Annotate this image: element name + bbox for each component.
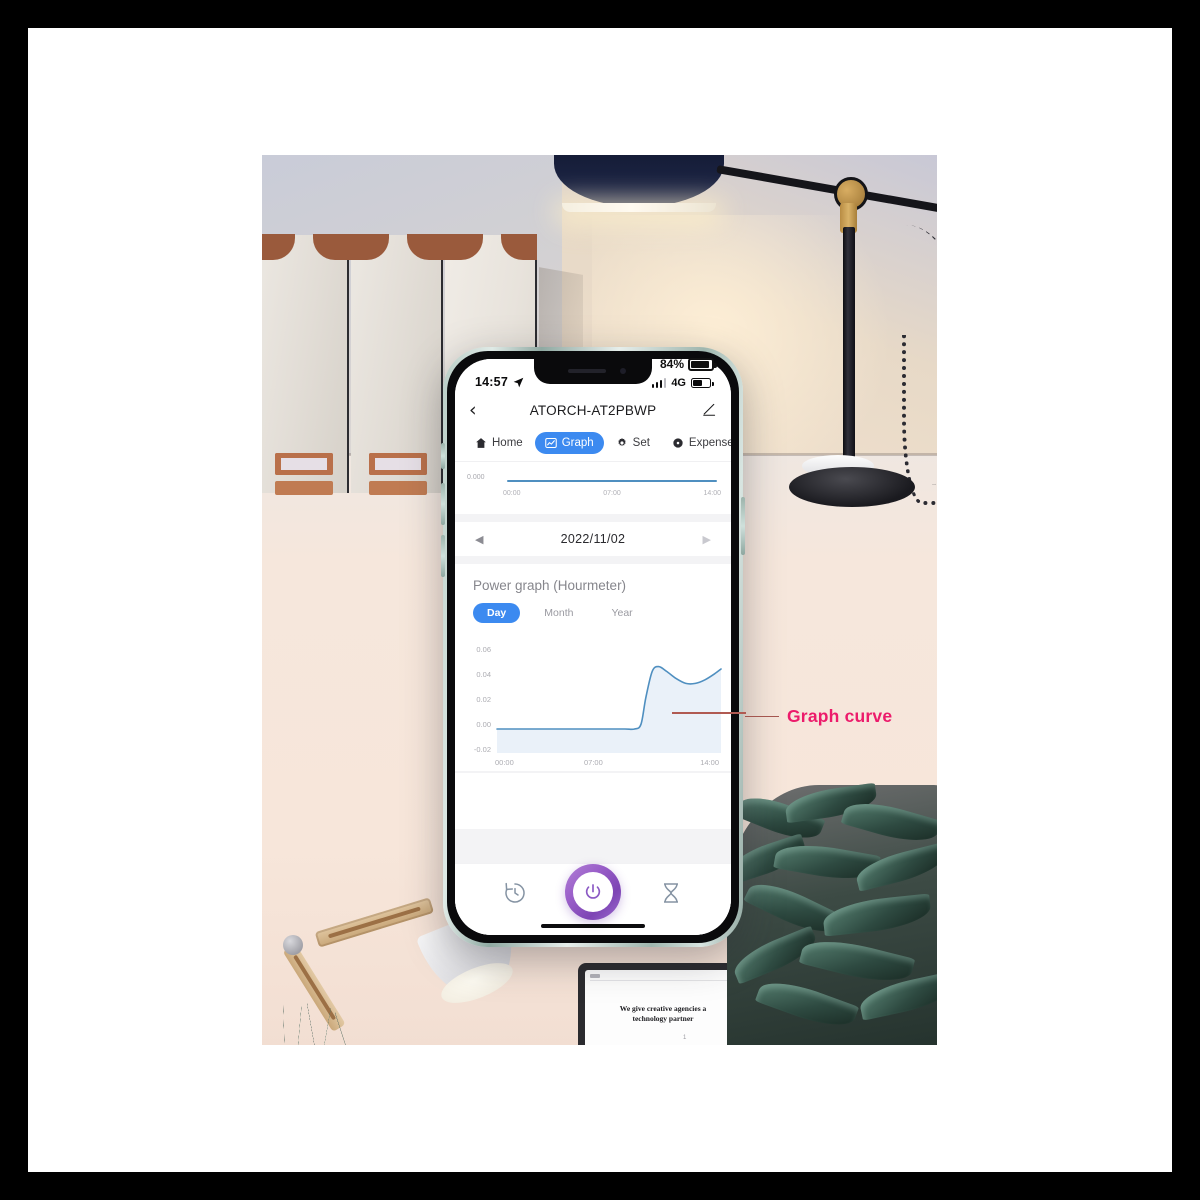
tab-expense-label: Expense [688, 437, 731, 449]
signal-bars-icon [651, 378, 667, 388]
home-icon [475, 437, 487, 449]
desk-lamp-base [789, 467, 915, 507]
date-navigator: ◀ 2022/11/02 ▶ [455, 522, 731, 556]
range-tab-month[interactable]: Month [530, 603, 587, 623]
ceiling-lamp-light [562, 203, 716, 212]
hourglass-icon[interactable] [658, 880, 684, 906]
chart-x-tick-2: 14:00 [700, 758, 719, 767]
app-navbar: ‹ ATORCH-AT2PBWP [455, 393, 731, 427]
grass-plant [279, 1002, 374, 1045]
power-button-inner [572, 871, 613, 912]
potted-plant [724, 782, 937, 1045]
tab-set-label: Set [632, 437, 650, 449]
mini-chart-x-axis: 00:00 07:00 14:00 [503, 490, 721, 497]
external-battery-icon [688, 357, 718, 371]
chart-y-tick-0: 0.06 [476, 645, 491, 654]
selected-date[interactable]: 2022/11/02 [561, 532, 626, 546]
tablet-headline: We give creative agencies a technology p… [619, 1004, 707, 1023]
app-tab-bar: Home Graph Set Expense [455, 427, 731, 462]
tab-graph[interactable]: Graph [534, 432, 604, 454]
tab-home[interactable]: Home [465, 432, 533, 454]
status-time: 14:57 [475, 375, 508, 389]
gear-icon [616, 437, 628, 449]
tab-expense[interactable]: Expense [662, 432, 731, 454]
status-bar-right: 4G [651, 377, 714, 389]
power-button-icon [585, 883, 601, 899]
front-camera-icon [620, 368, 626, 374]
tab-set[interactable]: Set [606, 432, 660, 454]
phone-silent-switch[interactable] [441, 443, 445, 469]
chart-y-tick-3: 0.00 [476, 720, 491, 729]
triangle-left-icon[interactable]: ◀ [475, 533, 483, 546]
power-graph-svg [496, 665, 722, 753]
mini-x-tick-1: 07:00 [603, 490, 621, 497]
status-bar-left: 14:57 [475, 375, 524, 389]
location-arrow-icon [513, 377, 524, 387]
mini-chart-y-label: 0.000 [467, 474, 485, 481]
phone-power-side-button[interactable] [741, 497, 745, 555]
phone-bezel: 14:57 4G ‹ ATORCH-AT2PBWP Home Graph Set… [447, 351, 739, 943]
coin-icon [672, 437, 684, 449]
section-title: Power graph (Hourmeter) [455, 564, 731, 603]
phone-frame: 14:57 4G ‹ ATORCH-AT2PBWP Home Graph Set… [441, 347, 745, 947]
range-tab-day[interactable]: Day [473, 603, 521, 623]
smartphone-mockup: 14:57 4G ‹ ATORCH-AT2PBWP Home Graph Set… [441, 347, 745, 947]
external-battery-indicator: 84% [660, 357, 718, 371]
pencil-edit-icon[interactable] [701, 402, 717, 418]
phone-volume-up-button[interactable] [441, 483, 445, 525]
mini-x-tick-0: 00:00 [503, 490, 521, 497]
network-type: 4G [671, 377, 686, 389]
power-button[interactable] [564, 863, 621, 920]
desk-lamp-post [843, 227, 855, 477]
mini-chart: 0.000 00:00 07:00 14:00 [455, 468, 731, 510]
phone-notch [534, 359, 652, 384]
annotation-label: Graph curve [787, 706, 893, 726]
chart-y-tick-4: -0.02 [473, 745, 491, 754]
phone-volume-down-button[interactable] [441, 535, 445, 577]
file-holder [262, 234, 349, 495]
earpiece-speaker-icon [568, 369, 606, 373]
phone-screen: 14:57 4G ‹ ATORCH-AT2PBWP Home Graph Set… [455, 359, 731, 935]
tablet-page-number: 1 [683, 1035, 687, 1041]
battery-icon [691, 378, 714, 388]
page-title: ATORCH-AT2PBWP [529, 402, 657, 418]
history-clock-icon[interactable] [502, 880, 528, 906]
range-tab-group: Day Month Year [455, 603, 731, 635]
external-battery-percent: 84% [660, 357, 685, 371]
mini-chart-line [507, 480, 717, 483]
mini-x-tick-2: 14:00 [703, 490, 721, 497]
tablet-menu-icon [590, 974, 600, 978]
annotation-graph-curve: Graph curve [745, 706, 892, 727]
tab-graph-label: Graph [561, 437, 594, 449]
mini-chart-card: 0.000 00:00 07:00 14:00 [455, 462, 731, 514]
content-spacer [455, 773, 731, 829]
power-graph-chart[interactable]: 0.06 0.04 0.02 0.00 -0.02 00:00 07:00 14… [455, 635, 731, 771]
line-chart-icon [544, 437, 557, 449]
chart-x-tick-1: 07:00 [584, 758, 603, 767]
chart-y-tick-1: 0.04 [476, 670, 491, 679]
home-indicator[interactable] [541, 924, 645, 928]
power-graph-section: Power graph (Hourmeter) Day Month Year 0 [455, 564, 731, 829]
chart-x-tick-0: 00:00 [495, 758, 514, 767]
tab-home-label: Home [492, 437, 523, 449]
triangle-right-icon[interactable]: ▶ [703, 533, 711, 546]
wooden-lamp-arm-upper [314, 897, 435, 948]
annotation-leader-line [745, 715, 779, 718]
wooden-lamp-joint [283, 935, 303, 955]
file-holder [349, 234, 443, 495]
chart-y-tick-2: 0.02 [476, 695, 491, 704]
range-tab-year[interactable]: Year [597, 603, 646, 623]
annotation-leader-line-inner [672, 712, 746, 714]
